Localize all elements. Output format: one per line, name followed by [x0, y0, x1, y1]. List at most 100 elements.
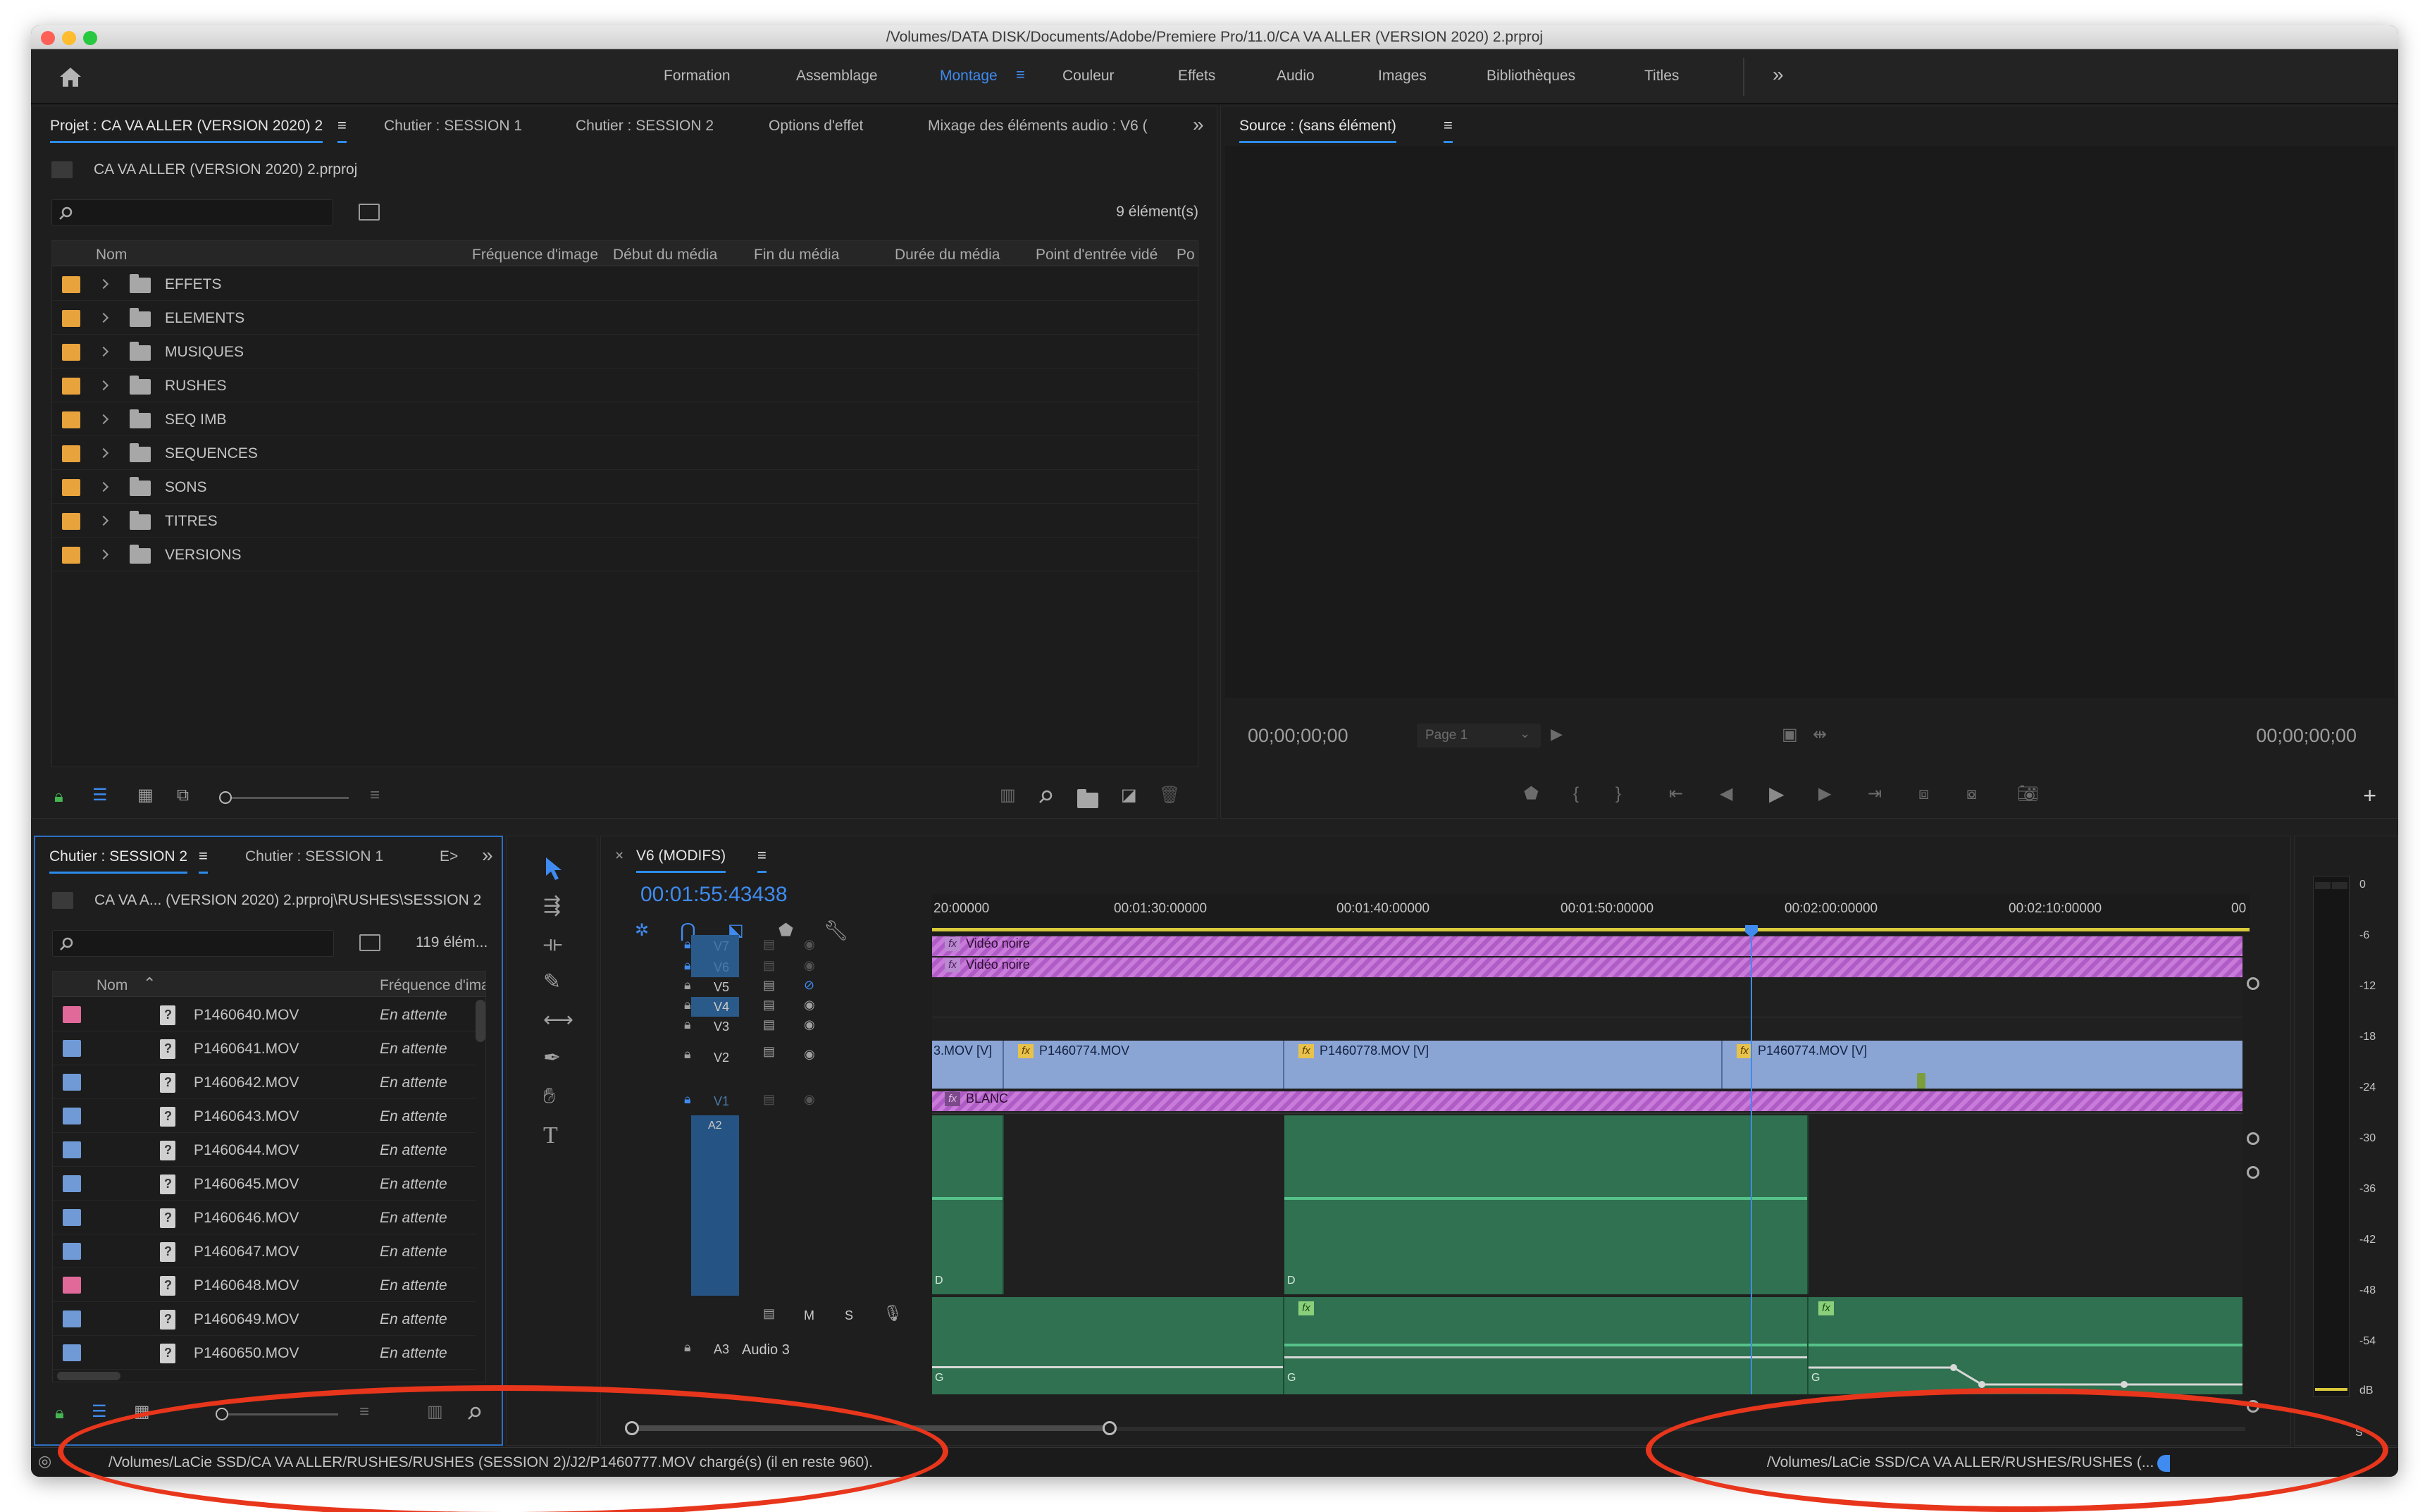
- volume-line[interactable]: [1284, 1344, 1807, 1346]
- marker-icon[interactable]: ⬟: [1524, 786, 1539, 803]
- volume-line[interactable]: [1809, 1344, 2242, 1346]
- expand-chevron-icon[interactable]: [98, 312, 109, 323]
- sync-v5-icon[interactable]: ▤: [763, 979, 775, 991]
- label-color-swatch[interactable]: [63, 1209, 81, 1226]
- label-color-swatch[interactable]: [62, 513, 80, 530]
- label-color-swatch[interactable]: [62, 411, 80, 428]
- a2-target[interactable]: [691, 1115, 739, 1296]
- label-color-swatch[interactable]: [62, 276, 80, 293]
- workspace-assemblage[interactable]: Assemblage: [796, 68, 878, 85]
- ripple-edit-tool-icon[interactable]: ⟛: [543, 934, 562, 955]
- tab-effects-truncated[interactable]: E>: [440, 848, 458, 865]
- overwrite-icon[interactable]: ⧇: [1966, 786, 1977, 803]
- eye-v3-icon[interactable]: ◉: [804, 1018, 815, 1031]
- lock-v2-icon[interactable]: 🔒︎: [684, 1048, 691, 1060]
- col-media-end[interactable]: Fin du média: [754, 247, 839, 264]
- track-area[interactable]: fx Vidéo noire fx Vidéo noire 3.MOV [V] fx…: [932, 935, 2242, 1394]
- label-color-swatch[interactable]: [63, 1006, 81, 1023]
- type-tool-icon[interactable]: T: [543, 1124, 558, 1148]
- bin-col-name[interactable]: Nom: [97, 977, 128, 994]
- list-item[interactable]: SEQ IMB: [52, 403, 1199, 436]
- workspace-menu-icon[interactable]: ≡: [1016, 66, 1025, 84]
- project-tab-menu-icon[interactable]: ≡: [337, 116, 347, 143]
- tab-source[interactable]: Source : (sans élément): [1239, 118, 1396, 143]
- label-color-swatch[interactable]: [63, 1108, 81, 1124]
- clip-a3-3[interactable]: fx G: [1809, 1297, 2242, 1394]
- drag-icon[interactable]: ⇹: [1813, 726, 1827, 743]
- col-name[interactable]: Nom: [96, 247, 127, 264]
- source-tab-menu-icon[interactable]: ≡: [1444, 116, 1453, 143]
- lock-v6-icon[interactable]: 🔒︎: [684, 959, 691, 972]
- workspace-formation[interactable]: Formation: [664, 68, 731, 85]
- close-sequence-icon[interactable]: ×: [615, 848, 623, 865]
- bin-more-tabs-icon[interactable]: »: [482, 844, 493, 867]
- clip-a2-2[interactable]: D: [1284, 1115, 1809, 1294]
- clip-v1-blanc[interactable]: fx BLANC: [932, 1091, 2242, 1111]
- find-icon[interactable]: [1038, 788, 1055, 805]
- sync-v3-icon[interactable]: ▤: [763, 1018, 775, 1031]
- automate-icon[interactable]: ▥: [1000, 787, 1016, 804]
- bin-lock-icon[interactable]: 🔒︎: [55, 1405, 64, 1422]
- col-media-start[interactable]: Début du média: [613, 247, 717, 264]
- list-item[interactable]: RUSHES: [52, 369, 1199, 402]
- tab-project[interactable]: Projet : CA VA ALLER (VERSION 2020) 2: [50, 118, 323, 143]
- eye-v1-icon[interactable]: ◉: [804, 1093, 815, 1105]
- tab-bin-session-1-b[interactable]: Chutier : SESSION 1: [245, 848, 383, 865]
- new-search-bin-icon[interactable]: [359, 204, 380, 221]
- bin-tab-menu-icon[interactable]: ≡: [199, 847, 208, 874]
- selection-tool-icon[interactable]: [543, 856, 564, 880]
- track-v3-label[interactable]: V3: [714, 1020, 729, 1034]
- list-item[interactable]: ELEMENTS: [52, 302, 1199, 335]
- sort-icon[interactable]: ≡: [370, 787, 380, 804]
- workspace-audio[interactable]: Audio: [1277, 68, 1315, 85]
- track-v2-label[interactable]: V2: [714, 1051, 729, 1065]
- icon-view-icon[interactable]: ▦: [137, 787, 154, 804]
- table-row[interactable]: P1460647.MOV En attente: [53, 1235, 476, 1268]
- eye-v7-icon[interactable]: ◉: [804, 938, 815, 950]
- zoom-slider[interactable]: [222, 797, 349, 799]
- label-color-swatch[interactable]: [62, 479, 80, 496]
- volume-line[interactable]: [1284, 1197, 1807, 1200]
- microphone-icon[interactable]: 🎙︎: [883, 1306, 902, 1321]
- bin-vertical-scrollbar[interactable]: [476, 1000, 485, 1042]
- expand-chevron-icon[interactable]: [98, 481, 109, 492]
- sync-v2-icon[interactable]: ▤: [763, 1045, 775, 1058]
- tab-audio-clip-mixer[interactable]: Mixage des éléments audio : V6 (: [928, 118, 1148, 135]
- table-row[interactable]: P1460645.MOV En attente: [53, 1167, 476, 1201]
- bin-col-frame-rate[interactable]: Fréquence d'ima: [380, 977, 485, 994]
- list-item[interactable]: VERSIONS: [52, 538, 1199, 571]
- eye-v4-icon[interactable]: ◉: [804, 998, 815, 1011]
- new-item-icon[interactable]: ◪: [1121, 787, 1137, 804]
- step-forward-icon[interactable]: ▶: [1818, 786, 1831, 803]
- work-area-bar[interactable]: [932, 928, 2250, 931]
- keyframe-line[interactable]: [932, 1366, 1283, 1368]
- expand-chevron-icon[interactable]: [98, 447, 109, 459]
- workspace-effets[interactable]: Effets: [1178, 68, 1215, 85]
- label-color-swatch[interactable]: [62, 344, 80, 361]
- clip-a3-1[interactable]: G: [932, 1297, 1284, 1394]
- table-row[interactable]: P1460649.MOV En attente: [53, 1303, 476, 1336]
- table-row[interactable]: P1460643.MOV En attente: [53, 1100, 476, 1133]
- clip-v6-black-video[interactable]: fx Vidéo noire: [932, 958, 2242, 977]
- lock-v4-icon[interactable]: 🔒︎: [684, 998, 691, 1011]
- expand-chevron-icon[interactable]: [98, 380, 109, 391]
- clip-v2-1[interactable]: 3.MOV [V]: [932, 1041, 1004, 1089]
- track-v4-label[interactable]: V4: [714, 1000, 729, 1015]
- bin-search-input[interactable]: [52, 930, 334, 957]
- eye-v2-icon[interactable]: ◉: [804, 1048, 815, 1060]
- track-a3-label[interactable]: A3: [714, 1342, 729, 1357]
- play-page-icon[interactable]: ▶: [1551, 726, 1563, 742]
- hand-tool-icon[interactable]: ✋︎: [543, 1086, 555, 1107]
- expand-chevron-icon[interactable]: [98, 549, 109, 560]
- tab-effect-options[interactable]: Options d'effet: [769, 118, 863, 135]
- sync-v7-icon[interactable]: ▤: [763, 938, 775, 950]
- lock-v1-icon[interactable]: 🔒︎: [684, 1093, 691, 1105]
- tab-sequence[interactable]: V6 (MODIFS): [636, 848, 726, 873]
- go-to-out-icon[interactable]: ⇥: [1868, 786, 1882, 803]
- lock-a3-icon[interactable]: 🔒︎: [684, 1341, 691, 1353]
- label-color-swatch[interactable]: [63, 1040, 81, 1057]
- sync-a3-icon[interactable]: ▤: [763, 1307, 775, 1320]
- label-color-swatch[interactable]: [62, 445, 80, 462]
- table-row[interactable]: P1460646.MOV En attente: [53, 1201, 476, 1234]
- bin-horizontal-scrollbar[interactable]: [57, 1372, 120, 1380]
